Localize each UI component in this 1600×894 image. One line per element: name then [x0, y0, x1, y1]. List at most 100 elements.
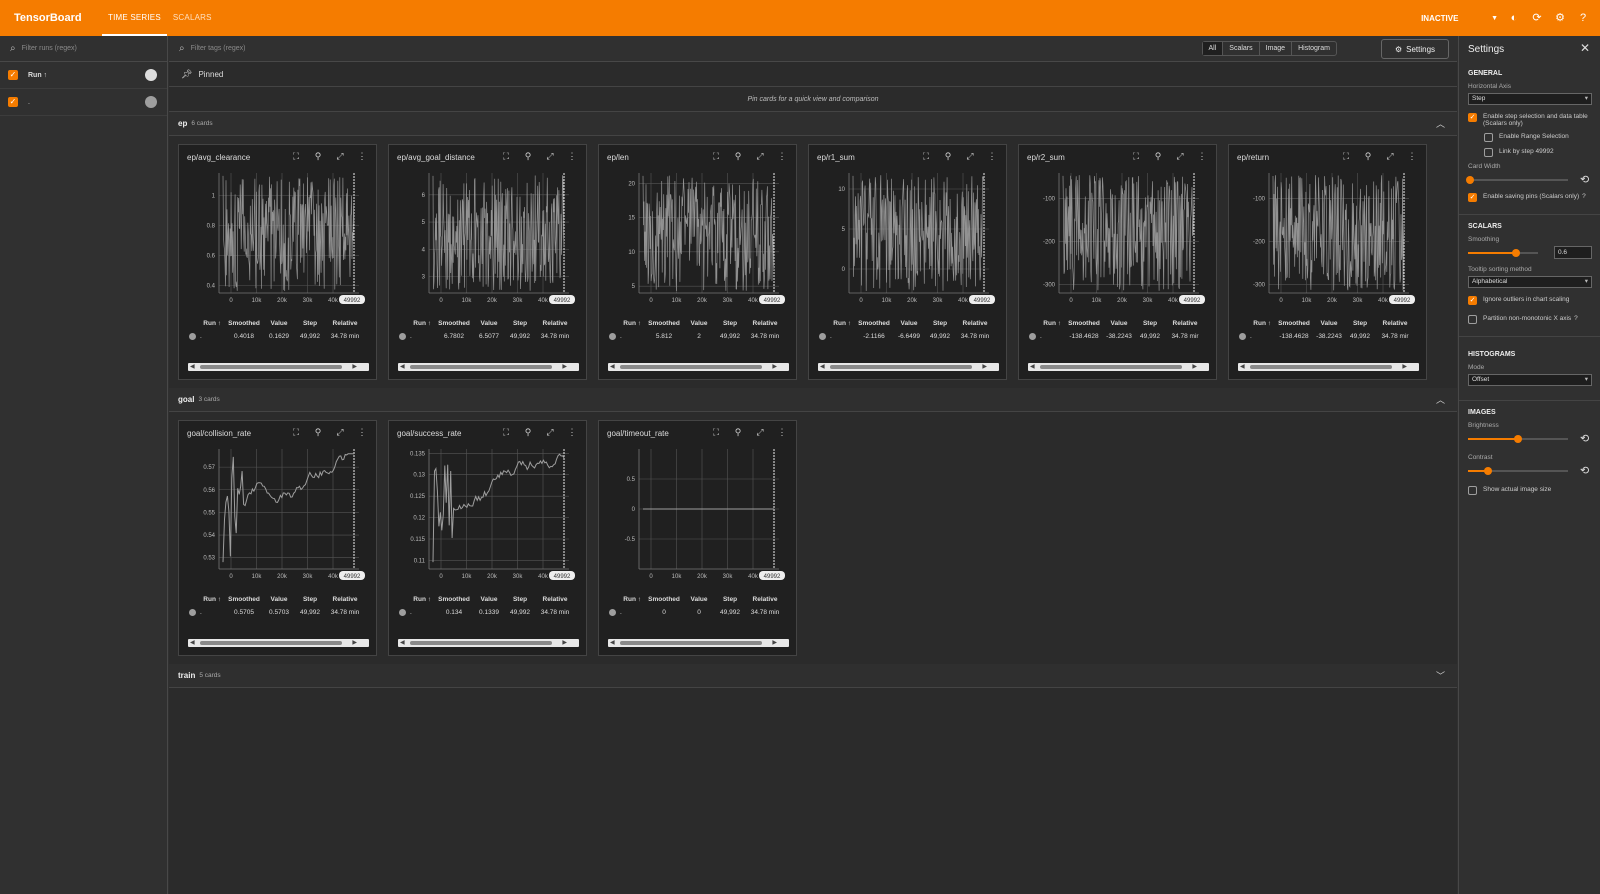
- horizontal-scrollbar[interactable]: ◀ ▶: [608, 363, 789, 371]
- fullscreen-icon[interactable]: ⤢: [334, 427, 346, 438]
- fullscreen-icon[interactable]: ⤢: [544, 427, 556, 438]
- fullscreen-icon[interactable]: ⤢: [1174, 151, 1186, 162]
- help-icon[interactable]: ?: [1577, 12, 1589, 24]
- fit-domain-icon[interactable]: ⛶: [1130, 151, 1142, 162]
- pin-icon[interactable]: ⚲: [312, 151, 324, 162]
- actual-size-checkbox[interactable]: [1468, 486, 1477, 495]
- fit-domain-icon[interactable]: ⛶: [500, 427, 512, 438]
- theme-toggle-icon[interactable]: ◐: [1508, 12, 1520, 24]
- histogram-mode-select[interactable]: Offset: [1468, 374, 1592, 386]
- smoothing-input[interactable]: 0.6: [1554, 246, 1592, 259]
- type-histogram-button[interactable]: Histogram: [1292, 42, 1336, 55]
- scroll-right-icon[interactable]: ▶: [772, 363, 777, 371]
- horizontal-scrollbar[interactable]: ◀ ▶: [188, 639, 369, 647]
- link-by-step-checkbox[interactable]: [1484, 148, 1493, 157]
- run-checkbox[interactable]: ✓: [8, 97, 18, 107]
- type-all-button[interactable]: All: [1202, 42, 1224, 55]
- run-column-header[interactable]: Run ↑: [809, 320, 855, 327]
- pin-icon[interactable]: ⚲: [942, 151, 954, 162]
- scroll-left-icon[interactable]: ◀: [190, 363, 195, 371]
- tooltip-sort-select[interactable]: Alphabetical: [1468, 276, 1592, 288]
- fit-domain-icon[interactable]: ⛶: [500, 151, 512, 162]
- more-vert-icon[interactable]: ⋮: [566, 151, 578, 162]
- more-vert-icon[interactable]: ⋮: [356, 427, 368, 438]
- brightness-slider[interactable]: ⟲: [1468, 432, 1591, 446]
- app-brand[interactable]: TensorBoard: [14, 12, 102, 24]
- scroll-left-icon[interactable]: ◀: [1030, 363, 1035, 371]
- scroll-right-icon[interactable]: ▶: [562, 363, 567, 371]
- horizontal-scrollbar[interactable]: ◀ ▶: [1028, 363, 1209, 371]
- help-icon[interactable]: ?: [1582, 193, 1586, 200]
- scroll-right-icon[interactable]: ▶: [352, 639, 357, 647]
- saving-pins-checkbox[interactable]: ✓: [1468, 193, 1477, 202]
- pin-icon[interactable]: ⚲: [522, 427, 534, 438]
- partition-option[interactable]: Partition non-monotonic X axis ?: [1468, 315, 1591, 324]
- range-selection-checkbox[interactable]: [1484, 133, 1493, 142]
- select-all-checkbox[interactable]: ✓: [8, 70, 18, 80]
- scroll-left-icon[interactable]: ◀: [400, 363, 405, 371]
- chevron-up-icon[interactable]: ︿: [1436, 393, 1445, 406]
- horizontal-axis-select[interactable]: Step: [1468, 93, 1592, 105]
- fit-domain-icon[interactable]: ⛶: [710, 427, 722, 438]
- chart-area[interactable]: 0.5 0 -0.5 0 10k 20k 30k 40k 49992: [599, 443, 798, 593]
- fullscreen-icon[interactable]: ⤢: [544, 151, 556, 162]
- scroll-left-icon[interactable]: ◀: [610, 363, 615, 371]
- fullscreen-icon[interactable]: ⤢: [1384, 151, 1396, 162]
- scroll-left-icon[interactable]: ◀: [190, 639, 195, 647]
- fullscreen-icon[interactable]: ⤢: [964, 151, 976, 162]
- scrollbar-thumb[interactable]: [620, 365, 762, 369]
- fit-domain-icon[interactable]: ⛶: [710, 151, 722, 162]
- pin-icon[interactable]: ⚲: [1152, 151, 1164, 162]
- slider-knob[interactable]: [1514, 435, 1522, 443]
- scrollbar-thumb[interactable]: [1250, 365, 1392, 369]
- scrollbar-thumb[interactable]: [410, 365, 552, 369]
- scroll-left-icon[interactable]: ◀: [1240, 363, 1245, 371]
- step-selection-checkbox[interactable]: ✓: [1468, 113, 1477, 122]
- chevron-down-icon[interactable]: ﹀: [1436, 669, 1445, 682]
- fullscreen-icon[interactable]: ⤢: [754, 427, 766, 438]
- tab-time-series[interactable]: TIME SERIES: [102, 0, 167, 36]
- smoothing-slider[interactable]: 0.6: [1468, 246, 1592, 260]
- pin-icon[interactable]: ⚲: [732, 151, 744, 162]
- saving-pins-option[interactable]: ✓ Enable saving pins (Scalars only) ?: [1468, 193, 1591, 202]
- scrollbar-thumb[interactable]: [410, 641, 552, 645]
- more-vert-icon[interactable]: ⋮: [776, 151, 788, 162]
- run-column-header[interactable]: Run ↑: [599, 596, 645, 603]
- runs-filter-input[interactable]: Filter runs (regex): [22, 45, 77, 52]
- type-image-button[interactable]: Image: [1260, 42, 1293, 55]
- close-icon[interactable]: ✕: [1580, 41, 1590, 55]
- scroll-right-icon[interactable]: ▶: [982, 363, 987, 371]
- card-width-slider[interactable]: ⟲: [1466, 173, 1591, 187]
- partition-checkbox[interactable]: [1468, 315, 1477, 324]
- runs-filter[interactable]: ⌕ Filter runs (regex): [0, 36, 167, 62]
- scroll-left-icon[interactable]: ◀: [820, 363, 825, 371]
- scrollbar-thumb[interactable]: [620, 641, 762, 645]
- contrast-slider[interactable]: ⟲: [1468, 464, 1591, 478]
- more-vert-icon[interactable]: ⋮: [776, 427, 788, 438]
- scroll-right-icon[interactable]: ▶: [1402, 363, 1407, 371]
- scroll-right-icon[interactable]: ▶: [352, 363, 357, 371]
- fit-domain-icon[interactable]: ⛶: [1340, 151, 1352, 162]
- chart-area[interactable]: 6 5 4 3 0 10k 20k 30k 40k 49992: [389, 167, 588, 317]
- fit-domain-icon[interactable]: ⛶: [290, 151, 302, 162]
- run-color-swatch[interactable]: [145, 96, 157, 108]
- range-selection-option[interactable]: Enable Range Selection: [1468, 133, 1591, 142]
- step-selection-option[interactable]: ✓ Enable step selection and data table (S…: [1468, 113, 1591, 127]
- chevron-down-icon[interactable]: ▼: [1491, 15, 1498, 22]
- chart-area[interactable]: 0.135 0.13 0.125 0.12 0.115 0.11 0 10k 20k 30k 40k…: [389, 443, 588, 593]
- reset-icon[interactable]: ⟲: [1580, 432, 1589, 445]
- scroll-right-icon[interactable]: ▶: [1192, 363, 1197, 371]
- fit-domain-icon[interactable]: ⛶: [920, 151, 932, 162]
- chart-area[interactable]: 1 0.8 0.6 0.4 0 10k 20k 30k 40k 49992: [179, 167, 378, 317]
- ignore-outliers-option[interactable]: ✓ Ignore outliers in chart scaling: [1468, 296, 1591, 305]
- pin-icon[interactable]: ⚲: [732, 427, 744, 438]
- scrollbar-thumb[interactable]: [830, 365, 972, 369]
- run-column-header[interactable]: Run ↑: [389, 320, 435, 327]
- inactive-plugins-dropdown[interactable]: INACTIVE: [1421, 14, 1491, 23]
- slider-knob[interactable]: [1512, 249, 1520, 257]
- actual-size-option[interactable]: Show actual image size: [1468, 486, 1591, 495]
- run-sort-header[interactable]: Run ↑: [28, 72, 145, 79]
- fullscreen-icon[interactable]: ⤢: [754, 151, 766, 162]
- link-by-step-option[interactable]: Link by step 49992: [1468, 148, 1591, 157]
- more-vert-icon[interactable]: ⋮: [1196, 151, 1208, 162]
